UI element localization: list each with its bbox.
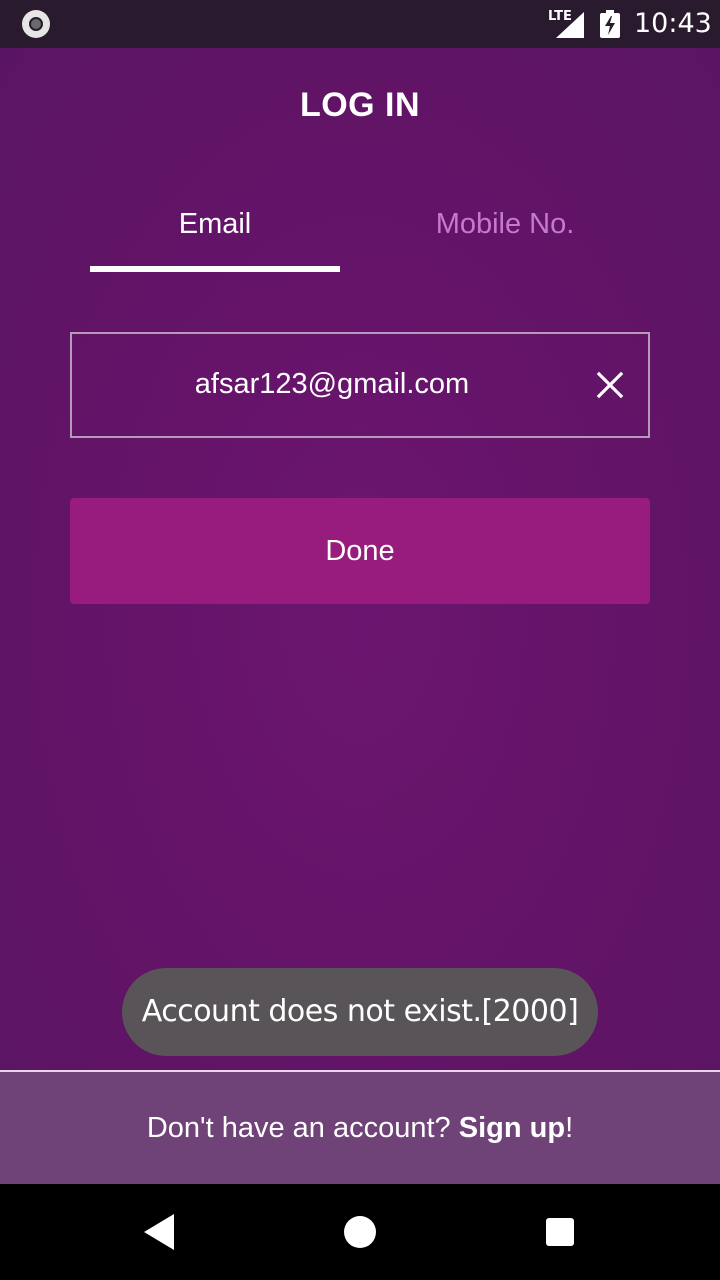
page-title: LOG IN [299, 86, 421, 124]
recents-icon[interactable] [546, 1218, 574, 1246]
tab-mobile-no[interactable]: Mobile No. [380, 208, 630, 241]
home-icon[interactable] [344, 1216, 376, 1248]
tab-selected-indicator [90, 266, 340, 272]
email-input-value[interactable]: afsar123@gmail.com [72, 368, 592, 401]
toast-message: Account does not exist.[2000] [122, 968, 598, 1056]
signup-footer: Don't have an account? Sign up! [0, 1072, 720, 1184]
done-button[interactable]: Done [70, 498, 650, 604]
login-screen: LOG IN Email Mobile No. afsar123@gmail.c… [0, 48, 720, 1184]
signal-icon [556, 12, 584, 38]
signup-suffix: ! [565, 1112, 574, 1144]
status-bar: LTE 10:43 [0, 0, 720, 48]
email-field[interactable]: afsar123@gmail.com [70, 332, 650, 438]
battery-charging-icon [600, 10, 620, 38]
status-time: 10:43 [634, 8, 712, 39]
signup-link[interactable]: Sign up [459, 1112, 565, 1144]
navigation-bar [0, 1184, 720, 1280]
signup-prompt: Don't have an account? [146, 1112, 459, 1144]
close-icon[interactable] [594, 369, 626, 401]
record-icon [22, 10, 50, 38]
tab-email[interactable]: Email [90, 208, 340, 241]
back-icon[interactable] [144, 1214, 178, 1250]
